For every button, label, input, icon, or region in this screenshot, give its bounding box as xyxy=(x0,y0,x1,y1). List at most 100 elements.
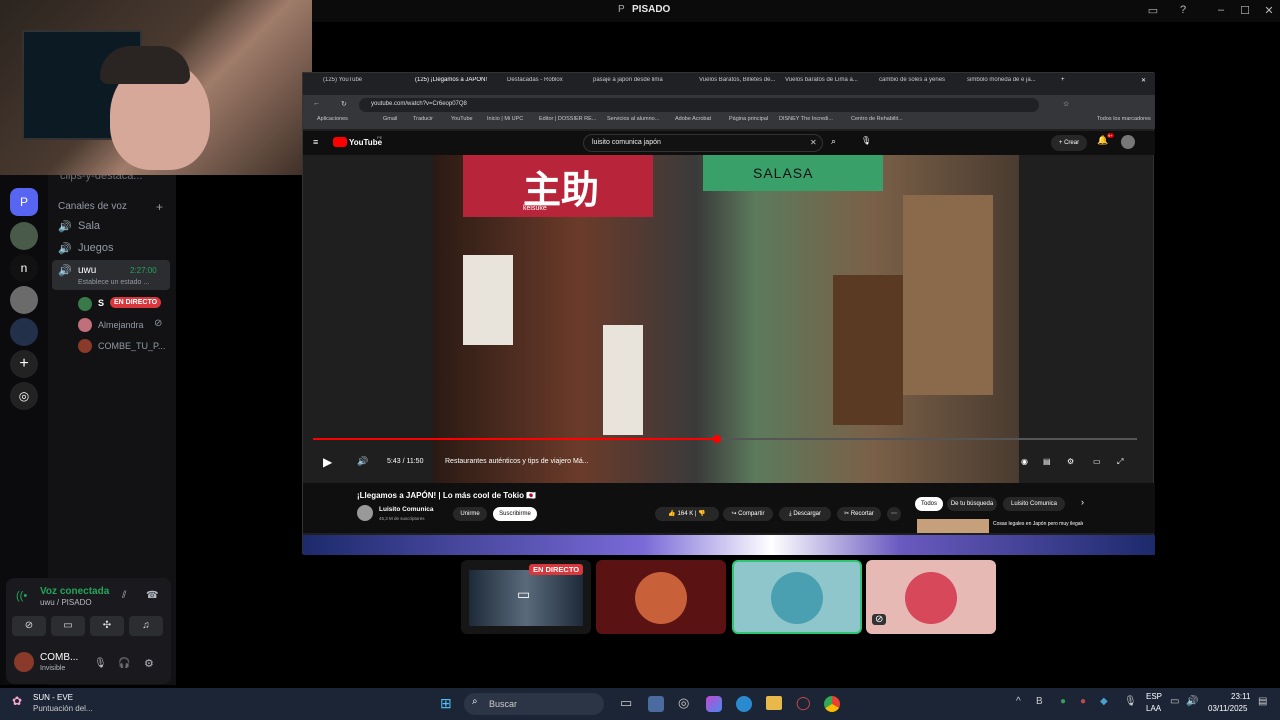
browser-tab[interactable]: Vuelos baratos de Lima a... xyxy=(785,77,861,91)
clock-time[interactable]: 23:11 xyxy=(1231,692,1250,701)
member-almejandra[interactable]: Almejandra xyxy=(98,320,144,330)
screen-share[interactable]: (125) YouTube (125) ¡Llegamos a JAPÓN! D… xyxy=(302,72,1155,555)
all-bookmarks[interactable]: Todos los marcadores xyxy=(1097,116,1151,122)
browser-tab[interactable]: simbolo moneda de e ja... xyxy=(967,77,1047,91)
participant-tile-stream[interactable]: ▭ EN DIRECTO xyxy=(461,560,591,634)
browser-tab[interactable]: cambio de soles a yenes xyxy=(879,77,955,91)
store-icon[interactable] xyxy=(648,696,664,712)
subtitles-icon[interactable]: ▤ xyxy=(1043,457,1051,466)
channel-name[interactable]: Luisito Comunica xyxy=(379,506,434,513)
activities-button[interactable]: ✣ xyxy=(90,616,124,636)
related-title[interactable]: Cosas legales en Japón pero muy ilegales… xyxy=(993,521,1083,527)
avatar[interactable] xyxy=(1121,135,1135,149)
chip-channel[interactable]: Luisito Comunica xyxy=(1003,497,1065,511)
keyboard-layout[interactable]: LAA xyxy=(1146,704,1161,713)
notifications-icon[interactable]: ▤ xyxy=(1258,696,1267,707)
settings-icon[interactable]: ⚙ xyxy=(1067,457,1074,466)
fullscreen-icon[interactable]: ⤢ xyxy=(1117,457,1123,467)
network-icon[interactable]: ▭ xyxy=(1170,696,1179,707)
voice-category[interactable]: Canales de voz xyxy=(58,201,127,212)
folder-icon[interactable] xyxy=(766,696,782,710)
youtube-search-input[interactable]: luisito comunica japón ✕ xyxy=(583,134,823,152)
bookmark[interactable]: Editor | DOSSIER RE... xyxy=(539,116,596,122)
steam-icon[interactable]: ◎ xyxy=(678,695,689,711)
task-view-icon[interactable]: ▭ xyxy=(620,695,632,711)
more-icon[interactable]: ⋯ xyxy=(887,507,901,521)
autoplay-icon[interactable]: ◉ xyxy=(1021,457,1028,466)
member-combe[interactable]: COMBE_TU_P... xyxy=(98,341,165,351)
url-field[interactable]: youtube.com/watch?v=Cr6eop07Q8 xyxy=(359,98,1039,112)
clip-button[interactable]: ✂ Recortar xyxy=(837,507,881,521)
guild-n[interactable]: n xyxy=(10,254,38,282)
add-server-icon[interactable]: + xyxy=(10,350,38,378)
voice-channel-uwu[interactable]: 🔊 uwu 2:27:00 Establece un estado ... xyxy=(52,260,170,290)
bookmark[interactable]: Adobe Acrobat xyxy=(675,116,711,122)
download-button[interactable]: ⤓ Descargar xyxy=(779,507,831,521)
chrome-icon[interactable] xyxy=(824,696,840,712)
windows-start-icon[interactable]: ⊞ xyxy=(440,695,452,712)
input-language[interactable]: ESP xyxy=(1146,692,1162,701)
theater-icon[interactable]: ▭ xyxy=(1093,457,1101,466)
participant-tile[interactable]: ⊘ xyxy=(866,560,996,634)
disconnect-icon[interactable]: ☎ xyxy=(146,590,158,601)
progress-scrubber[interactable] xyxy=(712,435,721,443)
headphones-icon[interactable]: 🎧 xyxy=(118,658,130,669)
bookmark[interactable]: Gmail xyxy=(383,116,397,122)
noise-suppression-icon[interactable]: ⫽ xyxy=(122,590,126,601)
mic-icon[interactable]: 🎙 xyxy=(861,136,871,145)
menu-icon[interactable]: ≡ xyxy=(313,137,318,147)
screen-share-button[interactable]: ▭ xyxy=(51,616,85,636)
bookmark[interactable]: Traducir xyxy=(413,116,433,122)
participant-tile-speaking[interactable] xyxy=(732,560,862,634)
play-icon[interactable]: ▶ xyxy=(323,455,332,469)
subscribe-button[interactable]: Suscribirme xyxy=(493,507,537,521)
bookmark[interactable]: Servicios al alumno... xyxy=(607,116,659,122)
bookmark[interactable]: Inicio | Mi UPC xyxy=(487,116,523,122)
avatar[interactable] xyxy=(357,505,373,521)
related-thumbnail[interactable] xyxy=(917,519,989,533)
signal-icon[interactable]: ((• xyxy=(16,590,27,602)
voice-channel-juegos[interactable]: Juegos xyxy=(78,242,113,254)
bookmark[interactable]: DISNEY The Incredi... xyxy=(779,116,833,122)
weather-subtitle[interactable]: Puntuación del... xyxy=(33,704,93,713)
soundboard-button[interactable]: ♫ xyxy=(129,616,163,636)
minimize-icon[interactable]: – xyxy=(1214,4,1228,18)
guild-avatar[interactable] xyxy=(10,222,38,250)
browser-tab[interactable]: pasaje a japon desde lima xyxy=(593,77,669,91)
chevron-right-icon[interactable]: › xyxy=(1081,497,1084,507)
settings-icon[interactable]: ⚙ xyxy=(144,657,154,670)
like-button[interactable]: 👍 164 K | 👎 xyxy=(655,507,719,521)
bookmark[interactable]: YouTube xyxy=(451,116,473,122)
browser-tab[interactable]: Vuelos Baratos, Billetes de... xyxy=(699,77,775,91)
create-button[interactable]: + Crear xyxy=(1051,135,1087,151)
camera-off-button[interactable]: ⊘ xyxy=(12,616,46,636)
reload-icon[interactable]: ↻ xyxy=(341,100,347,108)
weather-title[interactable]: SUN - EVE xyxy=(33,693,73,702)
tray-app-icon[interactable]: ◆ xyxy=(1100,696,1108,707)
add-channel-icon[interactable]: + xyxy=(156,200,163,214)
avatar[interactable] xyxy=(14,652,34,672)
member-s[interactable]: S xyxy=(98,298,104,308)
join-button[interactable]: Unirme xyxy=(453,507,487,521)
new-tab-icon[interactable]: + xyxy=(1061,77,1065,91)
chip-all[interactable]: Todos xyxy=(915,497,943,511)
guild-pisado[interactable]: P xyxy=(10,188,38,216)
bookmark[interactable]: Centro de Rehabilit... xyxy=(851,116,903,122)
back-icon[interactable]: ← xyxy=(313,100,320,107)
guild-avatar-2[interactable] xyxy=(10,286,38,314)
star-icon[interactable]: ☆ xyxy=(1063,100,1069,108)
clock-date[interactable]: 03/11/2025 xyxy=(1208,704,1247,713)
voice-location[interactable]: uwu / PISADO xyxy=(40,598,92,607)
clear-search-icon[interactable]: ✕ xyxy=(810,138,817,147)
inbox-icon[interactable]: ▭ xyxy=(1146,4,1160,18)
copilot-icon[interactable] xyxy=(706,696,722,712)
share-button[interactable]: ↪ Compartir xyxy=(723,507,773,521)
tray-app-icon[interactable]: ● xyxy=(1060,696,1066,707)
browser-tab[interactable]: (125) YouTube xyxy=(323,77,399,91)
tray-chevron-icon[interactable]: ^ xyxy=(1016,696,1021,707)
volume-icon[interactable]: 🔊 xyxy=(357,456,368,467)
taskbar-search-input[interactable]: ⌕ Buscar xyxy=(464,693,604,715)
volume-icon[interactable]: 🔊 xyxy=(1186,696,1198,707)
maximize-icon[interactable]: ☐ xyxy=(1238,4,1252,18)
bookmark[interactable]: Aplicaciones xyxy=(317,116,348,122)
